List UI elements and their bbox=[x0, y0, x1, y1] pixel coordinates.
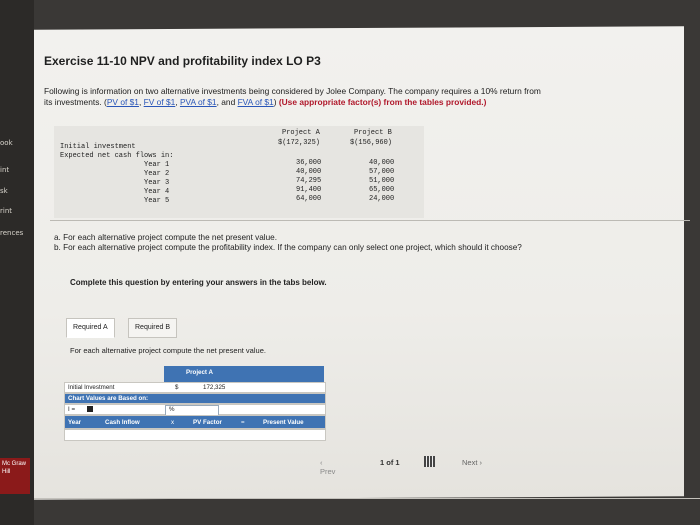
col-header-project-a: Project A bbox=[282, 129, 320, 137]
year-label: Year 2 bbox=[144, 170, 170, 178]
bottom-divider bbox=[34, 498, 700, 499]
multiply-sign: x bbox=[171, 419, 175, 426]
intro-prefix: its investments. ( bbox=[44, 97, 107, 107]
nav-item-print[interactable]: rint bbox=[0, 207, 34, 215]
link-separator: , and bbox=[216, 97, 238, 107]
nav-item-hint[interactable]: int bbox=[0, 166, 34, 174]
prev-button[interactable]: ‹ Prev bbox=[320, 458, 335, 476]
npv-worksheet: Project A Initial Investment $ 172,325 C… bbox=[64, 366, 326, 456]
divider bbox=[50, 220, 690, 221]
intro-line-2: its investments. (PV of $1, FV of $1, PV… bbox=[44, 97, 674, 108]
percent-sign: % bbox=[169, 406, 175, 413]
col-cash-inflow: Cash Inflow bbox=[105, 419, 140, 426]
project-a-label: Project A bbox=[186, 369, 213, 376]
row-initial-label: Initial investment bbox=[60, 143, 136, 151]
dollar-sign: $ bbox=[175, 384, 179, 391]
grid-icon[interactable] bbox=[424, 456, 435, 467]
chart-values-row: Chart Values are Based on: bbox=[64, 393, 326, 404]
question-b: b. For each alternative project compute … bbox=[54, 243, 522, 252]
link-fv[interactable]: FV of $1 bbox=[144, 97, 176, 107]
worksheet-header: Project A bbox=[164, 366, 324, 382]
col-pv-factor: PV Factor bbox=[193, 419, 222, 426]
question-a: a. For each alternative project compute … bbox=[54, 233, 278, 242]
flow-b: 65,000 bbox=[369, 186, 395, 194]
interest-label: I = bbox=[68, 406, 76, 413]
page-indicator: 1 of 1 bbox=[380, 458, 400, 467]
flow-a: 91,400 bbox=[296, 186, 322, 194]
col-present-value: Present Value bbox=[263, 419, 304, 426]
flow-a: 36,000 bbox=[296, 159, 322, 167]
flow-b: 24,000 bbox=[369, 195, 395, 203]
questions: a. For each alternative project compute … bbox=[54, 233, 522, 253]
year-label: Year 5 bbox=[144, 197, 170, 205]
initial-investment-label: Initial Investment bbox=[68, 384, 115, 391]
intro-line-1: Following is information on two alternat… bbox=[44, 86, 541, 96]
flow-a: 40,000 bbox=[296, 168, 322, 176]
answer-tabs: Required A Required B bbox=[66, 318, 256, 338]
link-fva[interactable]: FVA of $1 bbox=[238, 97, 274, 107]
factor-instruction: (Use appropriate factor(s) from the tabl… bbox=[278, 97, 487, 107]
flow-a: 64,000 bbox=[296, 195, 322, 203]
worksheet-input-row[interactable] bbox=[64, 429, 326, 441]
column-header-row: Year Cash Inflow x PV Factor = Present V… bbox=[64, 415, 326, 429]
row-expected-label: Expected net cash flows in: bbox=[60, 152, 174, 160]
link-pv[interactable]: PV of $1 bbox=[107, 97, 139, 107]
year-label: Year 3 bbox=[144, 179, 170, 187]
next-button[interactable]: Next › bbox=[462, 458, 482, 467]
sub-question: For each alternative project compute the… bbox=[70, 346, 266, 355]
initial-investment-value: 172,325 bbox=[203, 384, 226, 391]
col-header-project-b: Project B bbox=[354, 129, 392, 137]
investment-data-table: Project A Project B $(172,325) $(156,960… bbox=[54, 126, 424, 218]
col-year: Year bbox=[68, 419, 82, 426]
flow-b: 57,000 bbox=[369, 168, 395, 176]
mcgraw-hill-logo: Mc Graw Hill bbox=[0, 458, 30, 494]
exercise-title: Exercise 11-10 NPV and profitability ind… bbox=[44, 54, 321, 68]
chart-values-label: Chart Values are Based on: bbox=[68, 395, 149, 402]
equals-sign: = bbox=[241, 419, 245, 426]
interest-rate-row: I = % bbox=[64, 404, 326, 416]
flow-b: 40,000 bbox=[369, 159, 395, 167]
interest-dropdown-icon[interactable] bbox=[87, 406, 93, 412]
initial-b: $(156,960) bbox=[350, 139, 393, 147]
initial-investment-row: Initial Investment $ 172,325 bbox=[64, 382, 326, 393]
prev-label: Prev bbox=[320, 467, 336, 476]
year-label: Year 4 bbox=[144, 188, 170, 196]
nav-item-ask[interactable]: sk bbox=[0, 187, 34, 195]
flow-b: 51,000 bbox=[369, 177, 395, 185]
flow-a: 74,295 bbox=[296, 177, 322, 185]
nav-item-references[interactable]: rences bbox=[0, 229, 34, 237]
year-label: Year 1 bbox=[144, 161, 170, 169]
complete-instruction: Complete this question by entering your … bbox=[70, 278, 327, 287]
tab-required-b[interactable]: Required B bbox=[128, 318, 178, 338]
link-pva[interactable]: PVA of $1 bbox=[180, 97, 217, 107]
side-nav: ook int sk rint rences Mc Graw Hill bbox=[0, 0, 34, 525]
nav-item-book[interactable]: ook bbox=[0, 139, 34, 147]
problem-intro: Following is information on two alternat… bbox=[44, 86, 674, 108]
next-label: Next bbox=[462, 458, 478, 467]
initial-a: $(172,325) bbox=[278, 139, 321, 147]
tab-required-a[interactable]: Required A bbox=[66, 318, 115, 338]
